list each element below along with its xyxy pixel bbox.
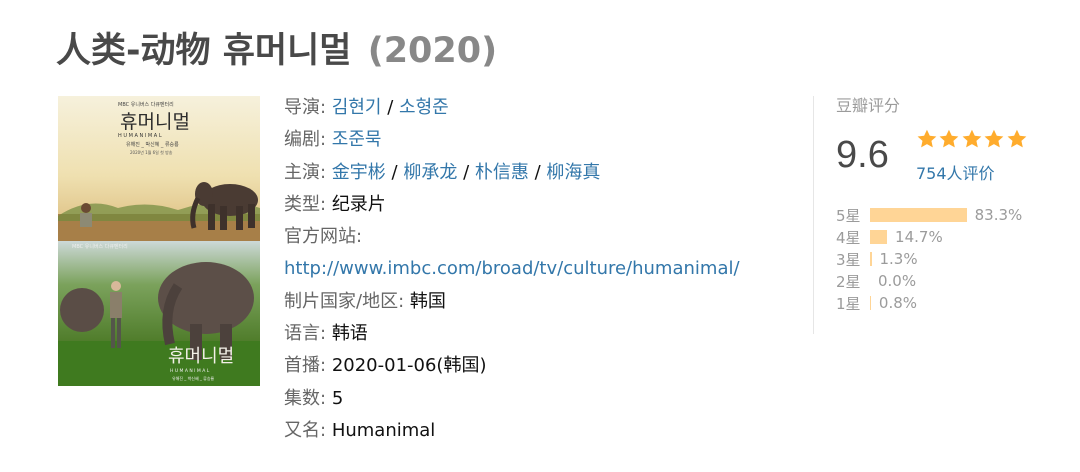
rating-percent: 0.0%: [878, 272, 917, 290]
writer-link-1[interactable]: 조준묵: [332, 129, 382, 150]
rating-percent: 1.3%: [879, 250, 918, 268]
director-link-1[interactable]: 김현기: [332, 97, 382, 118]
rating-bar: [870, 296, 871, 310]
cast-link-4[interactable]: 柳海真: [546, 162, 600, 183]
rating-percent: 0.8%: [878, 294, 918, 312]
website-label: 官方网站:: [284, 226, 363, 248]
poster-bottom-panel: MBC 유니버스 다큐멘터리 휴머니멀 H U M A N I M A L 유해…: [58, 241, 260, 386]
rating-row-2[interactable]: 2星 0.0%: [836, 270, 1066, 292]
poster-image[interactable]: MBC 유니버스 다큐멘터리 휴머니멀 H U M A N I M A L 유해…: [58, 96, 260, 386]
writer-row: 编剧: 조준묵: [284, 129, 382, 151]
country-value: 韩国: [409, 290, 446, 312]
rating-percent: 14.7%: [895, 228, 943, 246]
director-label: 导演: [284, 97, 320, 118]
cast-link-3[interactable]: 朴信惠: [475, 162, 529, 183]
episodes-label: 集数:: [284, 387, 327, 409]
poster-top-panel: MBC 유니버스 다큐멘터리 휴머니멀 H U M A N I M A L 유해…: [58, 96, 260, 241]
rating-distribution: 5星 83.3% 4星 14.7% 3星 1.3% 2星 0.0% 1星 0.8…: [836, 204, 1066, 314]
votes-link[interactable]: 754人评价: [916, 160, 995, 184]
rating-stars: [916, 128, 1028, 150]
poster-top-title: 휴머니멀: [120, 111, 190, 133]
info-panel: 导演: 김현기 / 소형준 编剧: 조준묵 主演: 金宇彬 / 柳承龙 / 朴信…: [284, 92, 784, 447]
star-icon: [1007, 129, 1026, 148]
rating-row-5[interactable]: 5星 83.3%: [836, 204, 1066, 226]
aka-label: 又名:: [284, 419, 327, 441]
cast-label: 主演: [284, 161, 320, 183]
aka-row: 又名: Humanimal: [284, 415, 784, 447]
poster-bottom-subtitle: H U M A N I M A L: [170, 368, 210, 374]
rating-row-4[interactable]: 4星 14.7%: [836, 226, 1066, 248]
rating-row-label: 5星: [836, 206, 861, 225]
website-label-row: 官方网站:: [284, 221, 784, 253]
writer-label: 编剧: [284, 129, 320, 151]
genre-row: 类型: 纪录片: [284, 189, 784, 221]
genre-value: 纪录片: [331, 193, 386, 215]
title-text: 人类-动物 휴머니멀: [56, 31, 352, 71]
language-row: 语言: 韩语: [284, 318, 784, 350]
website-link[interactable]: http://www.imbc.com/broad/tv/culture/hum…: [284, 258, 740, 279]
star-icon: [917, 129, 937, 148]
premiere-label: 首播:: [284, 355, 327, 377]
rating-bar: [870, 208, 967, 222]
rating-row-1[interactable]: 1星 0.8%: [836, 292, 1066, 314]
rating-bar: [870, 230, 888, 244]
poster-top-logo: MBC 유니버스 다큐멘터리: [118, 101, 174, 108]
aka-value: Humanimal: [331, 419, 436, 441]
poster-bottom-logo: MBC 유니버스 다큐멘터리: [72, 243, 128, 250]
cast-link-2[interactable]: 柳承龙: [403, 162, 457, 183]
cast-row: 主演: 金宇彬 / 柳承龙 / 朴信惠 / 柳海真: [284, 161, 601, 183]
cast-link-1[interactable]: 金宇彬: [332, 162, 386, 183]
episodes-value: 5: [331, 387, 344, 409]
star-icon: [962, 129, 982, 148]
website-row: http://www.imbc.com/broad/tv/culture/hum…: [284, 253, 784, 285]
poster-top-date: 2020년 1월 6일 첫 방송: [130, 149, 173, 155]
poster-bottom-credits: 유해진 _ 박신혜 _ 류승룡: [172, 375, 215, 381]
rating-row-label: 4星: [836, 228, 861, 247]
premiere-value: 2020-01-06(韩国): [331, 355, 487, 377]
rating-panel: 豆瓣评分 9.6 754人评价 5星 83.3% 4星 14.7% 3星 1.3…: [836, 92, 1056, 313]
poster-bottom-title: 휴머니멀: [168, 346, 234, 367]
rating-row-label: 2星: [836, 272, 861, 291]
rating-score: 9.6: [836, 134, 889, 176]
star-icon: [939, 129, 959, 148]
premiere-row: 首播: 2020-01-06(韩国): [284, 350, 784, 382]
episodes-row: 集数: 5: [284, 383, 784, 415]
genre-label: 类型:: [284, 193, 327, 215]
poster-top-subtitle: H U M A N I M A L: [118, 133, 162, 139]
director-link-2[interactable]: 소형준: [399, 97, 449, 118]
country-row: 制片国家/地区: 韩国: [284, 286, 784, 318]
rating-row-label: 3星: [836, 250, 861, 269]
director-row: 导演: 김현기 / 소형준: [284, 97, 449, 118]
language-value: 韩语: [331, 323, 368, 345]
rating-row-label: 1星: [836, 294, 861, 313]
section-divider: [813, 96, 814, 334]
rating-label: 豆瓣评分: [836, 96, 901, 115]
title-year: (2020): [367, 31, 498, 71]
language-label: 语言:: [284, 323, 327, 345]
star-icon: [984, 129, 1004, 148]
poster-top-credits: 유해진 _ 박신혜 _ 류승룡: [126, 141, 179, 148]
rating-bar: [870, 252, 872, 266]
rating-percent: 83.3%: [974, 206, 1023, 224]
country-label: 制片国家/地区:: [284, 290, 405, 312]
page-title: 人类-动物 휴머니멀 (2020): [56, 22, 497, 73]
rating-row-3[interactable]: 3星 1.3%: [836, 248, 1066, 270]
